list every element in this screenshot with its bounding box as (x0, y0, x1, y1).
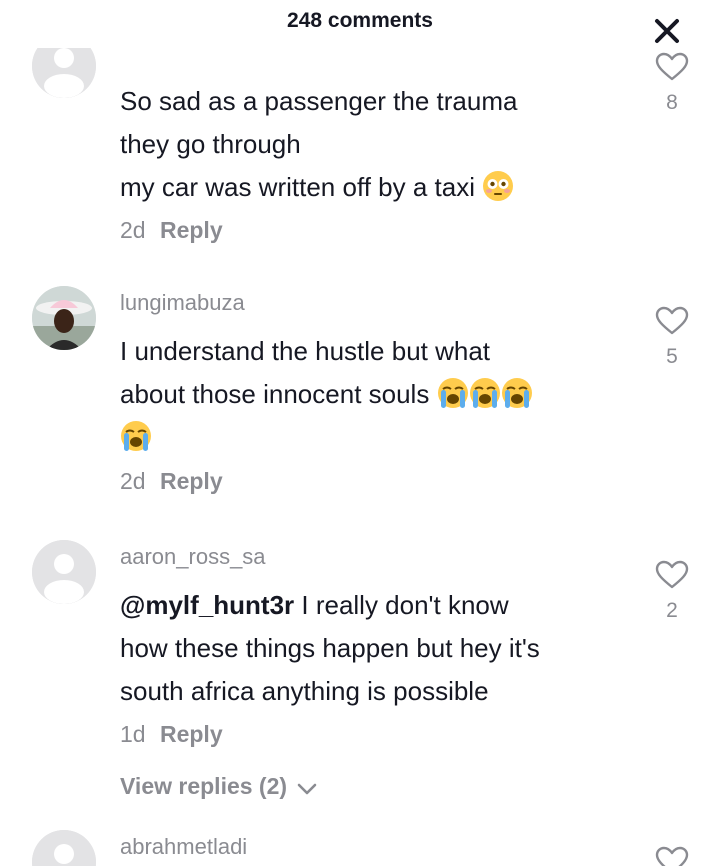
comment-line: my car was written off by a taxi (120, 172, 475, 202)
comment-line: I really don't know (294, 590, 509, 620)
like-button[interactable]: 5 (652, 306, 692, 369)
comment-line-with-emoji: about those innocent souls (120, 373, 620, 416)
comment-line: south africa anything is possible (120, 676, 489, 706)
comment-line: I understand the hustle but what (120, 336, 491, 366)
heart-outline-icon (655, 306, 689, 335)
comment-line: So sad as a passenger the trauma (120, 86, 518, 116)
mention-link[interactable]: @mylf_hunt3r (120, 590, 294, 620)
reply-button[interactable]: Reply (160, 468, 223, 494)
comment-time: 2d (120, 217, 146, 243)
avatar[interactable] (32, 830, 96, 866)
close-icon[interactable] (652, 16, 682, 46)
comment-time: 2d (120, 468, 146, 494)
comment-meta: 1d Reply (120, 721, 223, 748)
reply-button[interactable]: Reply (160, 721, 223, 747)
chevron-down-icon (298, 783, 317, 795)
loudly-crying-face-emoji (120, 420, 152, 452)
comment-meta: 2d Reply (120, 468, 223, 495)
like-button[interactable]: 8 (652, 52, 692, 115)
comment-line: they go through (120, 129, 301, 159)
comment-username[interactable]: aaron_ross_sa (120, 544, 266, 570)
comment-text: So sad as a passenger the trauma they go… (120, 80, 620, 209)
like-count: 5 (666, 345, 678, 368)
comment-line-with-mention: @mylf_hunt3r I really don't know (120, 584, 620, 627)
comment-time: 1d (120, 721, 146, 747)
comment-text: @mylf_hunt3r I really don't know how the… (120, 584, 620, 713)
comment-username[interactable]: abrahmetladi (120, 834, 247, 860)
view-replies-label: View replies (2) (120, 773, 288, 799)
avatar[interactable] (32, 540, 96, 604)
reply-button[interactable]: Reply (160, 217, 223, 243)
heart-outline-icon (655, 52, 689, 81)
like-button[interactable]: 2 (652, 560, 692, 623)
heart-outline-icon (655, 846, 689, 866)
flushed-face-emoji (482, 170, 514, 202)
like-button[interactable] (652, 846, 692, 866)
view-replies-button[interactable]: View replies (2) (120, 773, 317, 800)
comment-emoji-line (120, 416, 620, 459)
avatar[interactable] (32, 286, 96, 350)
comments-list[interactable]: So sad as a passenger the trauma they go… (0, 48, 720, 866)
like-count: 2 (666, 599, 678, 622)
comment-text: I understand the hustle but what about t… (120, 330, 620, 459)
avatar[interactable] (32, 48, 96, 98)
like-count: 8 (666, 91, 678, 114)
comments-header: 248 comments (0, 0, 720, 48)
comment-meta: 2d Reply (120, 217, 223, 244)
comments-count-title: 248 comments (287, 9, 433, 32)
loudly-crying-face-emoji (437, 377, 469, 409)
heart-outline-icon (655, 560, 689, 589)
comment-line-with-emoji: my car was written off by a taxi (120, 166, 620, 209)
loudly-crying-face-emoji (501, 377, 533, 409)
loudly-crying-face-emoji (469, 377, 501, 409)
comment-line: how these things happen but hey it's (120, 633, 540, 663)
comment-line: about those innocent souls (120, 379, 430, 409)
comment-username[interactable]: lungimabuza (120, 290, 245, 316)
